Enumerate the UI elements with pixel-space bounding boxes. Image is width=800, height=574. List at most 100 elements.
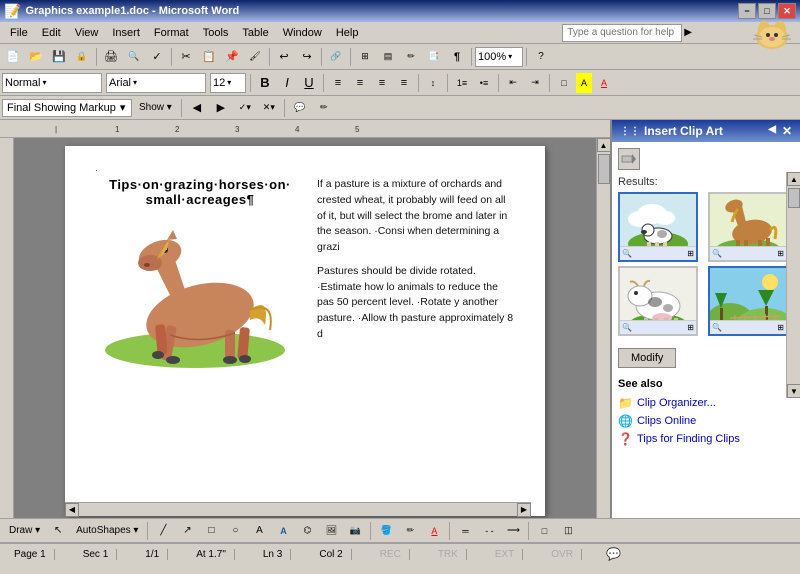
bold-button[interactable]: B xyxy=(255,73,275,93)
cut-button[interactable]: ✂ xyxy=(175,46,197,68)
help-search-input[interactable] xyxy=(562,24,682,42)
panel-controls[interactable]: ◀ ✕ xyxy=(768,124,792,138)
permission-button[interactable]: 🔒 xyxy=(71,46,93,68)
clipart-insert-tool[interactable]: 🖼 xyxy=(320,520,342,542)
size-dropdown[interactable]: 12 ▾ xyxy=(210,73,246,93)
clip-thumb-2[interactable]: 🔍 ⊞ xyxy=(708,192,788,262)
menu-format[interactable]: Format xyxy=(148,25,195,41)
vertical-scrollbar[interactable]: ▲ xyxy=(596,138,610,518)
print-preview-button[interactable]: 🔍 xyxy=(123,46,145,68)
numbering-button[interactable]: 1≡ xyxy=(452,73,472,93)
menu-help[interactable]: Help xyxy=(330,25,365,41)
oval-tool[interactable]: ○ xyxy=(224,520,246,542)
3d-button[interactable]: ◫ xyxy=(557,520,579,542)
justify-button[interactable]: ≡ xyxy=(394,73,414,93)
scroll-up-button[interactable]: ▲ xyxy=(597,138,611,152)
italic-button[interactable]: I xyxy=(277,73,297,93)
panel-back-button[interactable]: ◀ xyxy=(768,124,776,138)
markup-dropdown[interactable]: Final Showing Markup ▾ xyxy=(2,99,132,117)
new-button[interactable]: 📄 xyxy=(2,46,24,68)
format-painter-button[interactable]: 🖌 xyxy=(244,46,266,68)
line-spacing-button[interactable]: ↕ xyxy=(423,73,443,93)
font-color-draw-button[interactable]: A xyxy=(423,520,445,542)
panel-close-button[interactable]: ✕ xyxy=(782,124,792,138)
shadow-button[interactable]: □ xyxy=(533,520,555,542)
columns-button[interactable]: ▤ xyxy=(377,46,399,68)
menu-file[interactable]: File xyxy=(4,25,34,41)
redo-button[interactable]: ↪ xyxy=(296,46,318,68)
spellcheck-button[interactable]: ✓ xyxy=(146,46,168,68)
reject-change-button[interactable]: ✕▾ xyxy=(258,97,280,119)
underline-button[interactable]: U xyxy=(299,73,319,93)
align-center-button[interactable]: ≡ xyxy=(350,73,370,93)
panel-scroll-down[interactable]: ▼ xyxy=(787,384,800,398)
undo-button[interactable]: ↩ xyxy=(273,46,295,68)
decrease-indent-button[interactable]: ⇤ xyxy=(503,73,523,93)
menu-edit[interactable]: Edit xyxy=(36,25,67,41)
table-button[interactable]: ⊞ xyxy=(354,46,376,68)
help-search-icon[interactable]: ▶ xyxy=(684,27,692,38)
align-right-button[interactable]: ≡ xyxy=(372,73,392,93)
tips-finding-clips-link[interactable]: ❓ Tips for Finding Clips xyxy=(618,430,794,448)
save-button[interactable]: 💾 xyxy=(48,46,70,68)
open-button[interactable]: 📂 xyxy=(25,46,47,68)
track-changes-button[interactable]: ✏ xyxy=(313,97,335,119)
select-pointer-button[interactable]: ↖ xyxy=(47,520,69,542)
show-dropdown[interactable]: Show ▾ xyxy=(134,97,177,119)
menu-view[interactable]: View xyxy=(69,25,105,41)
panel-scroll-track[interactable]: ▲ ▼ xyxy=(786,172,800,398)
border-button[interactable]: □ xyxy=(554,73,574,93)
font-dropdown[interactable]: Arial ▾ xyxy=(106,73,206,93)
fill-color-button[interactable]: 🪣 xyxy=(375,520,397,542)
rectangle-tool[interactable]: □ xyxy=(200,520,222,542)
increase-indent-button[interactable]: ⇥ xyxy=(525,73,545,93)
menu-window[interactable]: Window xyxy=(277,25,328,41)
clip-thumb-3[interactable]: 🔍 ⊞ xyxy=(618,266,698,336)
document-scroll[interactable]: · Tips·on·grazing·horses·on·small·acreag… xyxy=(14,138,596,518)
font-color-button[interactable]: A xyxy=(594,73,614,93)
arrow-style-button[interactable]: ⟶ xyxy=(502,520,524,542)
line-tool[interactable]: ╱ xyxy=(152,520,174,542)
diagram-tool[interactable]: ⌬ xyxy=(296,520,318,542)
horizontal-scrollbar[interactable]: ◀ ▶ xyxy=(65,502,531,516)
autoshapes-dropdown-button[interactable]: AutoShapes ▾ xyxy=(71,520,143,542)
arrow-tool[interactable]: ↗ xyxy=(176,520,198,542)
doc-map-button[interactable]: 📑 xyxy=(423,46,445,68)
modify-button[interactable]: Modify xyxy=(618,348,676,368)
clip-thumb-4[interactable]: 🔍 ⊞ xyxy=(708,266,788,336)
copy-button[interactable]: 📋 xyxy=(198,46,220,68)
show-hide-button[interactable]: ¶ xyxy=(446,46,468,68)
paste-button[interactable]: 📌 xyxy=(221,46,243,68)
menu-insert[interactable]: Insert xyxy=(106,25,146,41)
hyperlink-button[interactable]: 🔗 xyxy=(325,46,347,68)
accept-change-button[interactable]: ✓▾ xyxy=(234,97,256,119)
new-comment-button[interactable]: 💬 xyxy=(289,97,311,119)
line-style-button[interactable]: ═ xyxy=(454,520,476,542)
menu-tools[interactable]: Tools xyxy=(197,25,235,41)
print-button[interactable]: 🖨 xyxy=(100,46,122,68)
style-dropdown[interactable]: Normal ▾ xyxy=(2,73,102,93)
image-insert-tool[interactable]: 📷 xyxy=(344,520,366,542)
wordart-tool[interactable]: A xyxy=(272,520,294,542)
highlight-button[interactable]: A xyxy=(576,73,592,93)
textbox-tool[interactable]: A xyxy=(248,520,270,542)
scroll-track-h[interactable] xyxy=(79,505,517,515)
drawing-button[interactable]: ✏ xyxy=(400,46,422,68)
prev-change-button[interactable]: ◀ xyxy=(186,97,208,119)
panel-scroll-thumb[interactable] xyxy=(788,188,800,208)
align-left-button[interactable]: ≡ xyxy=(328,73,348,93)
dash-style-button[interactable]: - - xyxy=(478,520,500,542)
panel-back-nav-button[interactable] xyxy=(618,148,640,170)
draw-dropdown-button[interactable]: Draw ▾ xyxy=(4,520,45,542)
panel-scroll-up[interactable]: ▲ xyxy=(787,172,800,186)
zoom-dropdown[interactable]: 100% ▾ xyxy=(475,47,523,67)
menu-table[interactable]: Table xyxy=(236,25,274,41)
bullets-button[interactable]: •≡ xyxy=(474,73,494,93)
next-change-button[interactable]: ▶ xyxy=(210,97,232,119)
line-color-button[interactable]: ✏ xyxy=(399,520,421,542)
scroll-left-button[interactable]: ◀ xyxy=(65,503,79,517)
help-button[interactable]: ? xyxy=(530,46,552,68)
scroll-thumb[interactable] xyxy=(598,154,610,184)
clip-organizer-link[interactable]: 📁 Clip Organizer... xyxy=(618,394,794,412)
scroll-right-button[interactable]: ▶ xyxy=(517,503,531,517)
